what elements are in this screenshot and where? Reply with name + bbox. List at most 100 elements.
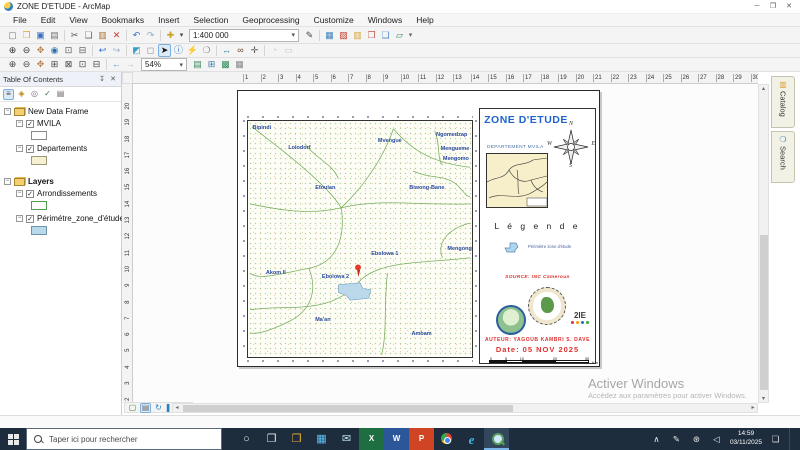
add-data-icon[interactable]: ✚: [164, 29, 177, 42]
close-button-icon[interactable]: ✕: [782, 1, 796, 12]
auto-hide-pin-icon[interactable]: ↧: [97, 74, 107, 84]
zoom-whole-page-icon[interactable]: ⊞: [48, 58, 61, 71]
layout-forward-extent-icon[interactable]: →: [124, 58, 137, 71]
list-by-drawing-order-icon[interactable]: ≡: [3, 88, 14, 100]
file-explorer-icon[interactable]: ❒: [284, 428, 309, 450]
layout-fixed-zoom-out-icon[interactable]: ⊟: [90, 58, 103, 71]
menu-selection[interactable]: Selection: [186, 15, 235, 25]
data-view-icon[interactable]: ▢: [127, 403, 138, 413]
horizontal-scrollbar[interactable]: ◂ ▸: [172, 403, 758, 413]
toc-layer-arrondissements[interactable]: Arrondissements: [4, 188, 121, 199]
menu-insert[interactable]: Insert: [151, 15, 186, 25]
save-icon[interactable]: ▣: [34, 29, 47, 42]
word-icon[interactable]: W: [384, 428, 409, 450]
add-data-caret-icon[interactable]: ▾: [178, 29, 185, 42]
taskbar-search-input[interactable]: Taper ici pour rechercher: [26, 428, 222, 450]
notification-center-icon[interactable]: ❏: [769, 432, 782, 446]
horizontal-scroll-thumb[interactable]: [183, 405, 513, 412]
scroll-down-arrow-icon[interactable]: ▾: [759, 395, 768, 402]
toolbar-overflow-icon[interactable]: ▾: [407, 29, 414, 42]
layer-checkbox[interactable]: [26, 119, 34, 128]
arccatalog-icon[interactable]: ▥: [351, 29, 364, 42]
arrondissements-symbol-swatch[interactable]: [31, 201, 47, 210]
layout-view-icon[interactable]: ▤: [140, 402, 151, 413]
menu-customize[interactable]: Customize: [307, 15, 361, 25]
tray-chevron-up-icon[interactable]: ∧: [650, 432, 663, 446]
collapse-icon[interactable]: [16, 120, 23, 127]
paste-icon[interactable]: ▥: [96, 29, 109, 42]
catalog-window-icon[interactable]: ❐: [365, 29, 378, 42]
toc-layer-departements[interactable]: Departements: [4, 143, 121, 154]
toc-layer-mvila[interactable]: MVILA: [4, 118, 121, 129]
redo-icon[interactable]: ↷: [144, 29, 157, 42]
fixed-zoom-out-icon[interactable]: ⊟: [76, 44, 89, 57]
collapse-icon[interactable]: [16, 190, 23, 197]
layout-pan-icon[interactable]: ✥: [34, 58, 47, 71]
refresh-view-icon[interactable]: ↻: [153, 403, 164, 413]
show-desktop-button[interactable]: [789, 428, 792, 450]
print-icon[interactable]: ▤: [48, 29, 61, 42]
powerpoint-icon[interactable]: P: [409, 428, 434, 450]
menu-view[interactable]: View: [62, 15, 94, 25]
tray-volume-icon[interactable]: ◁: [710, 432, 723, 446]
arctoolbox-icon[interactable]: ▨: [337, 29, 350, 42]
cortana-icon[interactable]: ○: [234, 428, 259, 450]
layout-page[interactable]: Bipindi Lolodorf Mvengue Ngomedzap Mengueme M…: [237, 90, 600, 367]
scroll-right-arrow-icon[interactable]: ▸: [749, 404, 757, 413]
collapse-icon[interactable]: [4, 108, 11, 115]
full-extent-globe-icon[interactable]: ◉: [48, 44, 61, 57]
minimize-button-icon[interactable]: ─: [750, 1, 764, 12]
map-surround-panel[interactable]: ZONE D'ETUDE N W E S DEPARTEMENT MVILA L…: [479, 108, 598, 365]
task-view-icon[interactable]: ❐: [259, 428, 284, 450]
layer-checkbox[interactable]: [26, 144, 34, 153]
taskbar-clock[interactable]: 14:59 03/11/2025: [730, 430, 762, 448]
mail-icon[interactable]: ✉: [334, 428, 359, 450]
toggle-draft-mode-icon[interactable]: ▤: [191, 58, 204, 71]
scroll-left-arrow-icon[interactable]: ◂: [173, 404, 181, 413]
open-folder-icon[interactable]: ❒: [20, 29, 33, 42]
start-button[interactable]: [0, 428, 26, 450]
html-popup-icon[interactable]: ❍: [200, 44, 213, 57]
list-by-selection-icon[interactable]: ✓: [42, 89, 53, 100]
edge-icon[interactable]: e: [459, 428, 484, 450]
model-builder-icon[interactable]: ▱: [393, 29, 406, 42]
find-binoculars-icon[interactable]: ∞: [234, 44, 247, 57]
layer-checkbox[interactable]: [26, 189, 34, 198]
menu-help[interactable]: Help: [409, 15, 440, 25]
vertical-scroll-thumb[interactable]: [760, 235, 768, 390]
cut-icon[interactable]: ✂: [68, 29, 81, 42]
change-layout-icon[interactable]: ▩: [219, 58, 232, 71]
focus-data-frame-icon[interactable]: ⊞: [205, 58, 218, 71]
search-window-icon[interactable]: ❑: [379, 29, 392, 42]
toc-options-icon[interactable]: ▤: [55, 89, 66, 100]
map-data-frame[interactable]: Bipindi Lolodorf Mvengue Ngomedzap Mengueme M…: [247, 120, 473, 358]
clear-selection-icon[interactable]: ◻: [144, 44, 157, 57]
toc-frame-layers[interactable]: Layers: [4, 176, 121, 187]
toc-layer-perimetre[interactable]: Périmétre_zone_d'étude: [4, 213, 124, 224]
arcmap-taskbar-icon[interactable]: [484, 428, 509, 450]
list-by-source-icon[interactable]: ◈: [16, 89, 27, 100]
measure-icon[interactable]: ↔: [220, 44, 233, 57]
departements-symbol-swatch[interactable]: [31, 156, 47, 165]
close-panel-icon[interactable]: ✕: [108, 74, 118, 84]
layout-back-extent-icon[interactable]: ←: [110, 58, 123, 71]
chrome-icon[interactable]: [434, 428, 459, 450]
delete-icon[interactable]: ✕: [110, 29, 123, 42]
layout-zoom-combo[interactable]: 54% ▾: [141, 58, 187, 71]
excel-icon[interactable]: X: [359, 428, 384, 450]
menu-bookmarks[interactable]: Bookmarks: [95, 15, 152, 25]
undo-icon[interactable]: ↶: [130, 29, 143, 42]
layout-fixed-zoom-in-icon[interactable]: ⊡: [76, 58, 89, 71]
menu-edit[interactable]: Edit: [34, 15, 63, 25]
scroll-up-arrow-icon[interactable]: ▴: [759, 85, 768, 92]
tray-pen-icon[interactable]: ✎: [670, 432, 683, 446]
hyperlink-lightning-icon[interactable]: ⚡: [186, 44, 199, 57]
tab-catalog[interactable]: ▥ Catalog: [771, 76, 795, 128]
menu-windows[interactable]: Windows: [361, 15, 409, 25]
tab-search[interactable]: ❍ Search: [771, 131, 795, 183]
layout-zoom-in-icon[interactable]: ⊕: [6, 58, 19, 71]
perimetre-symbol-swatch[interactable]: [31, 226, 47, 235]
zoom-in-icon[interactable]: ⊕: [6, 44, 19, 57]
select-elements-arrow-icon[interactable]: ➤: [158, 44, 171, 57]
zoom-100-icon[interactable]: ⊠: [62, 58, 75, 71]
